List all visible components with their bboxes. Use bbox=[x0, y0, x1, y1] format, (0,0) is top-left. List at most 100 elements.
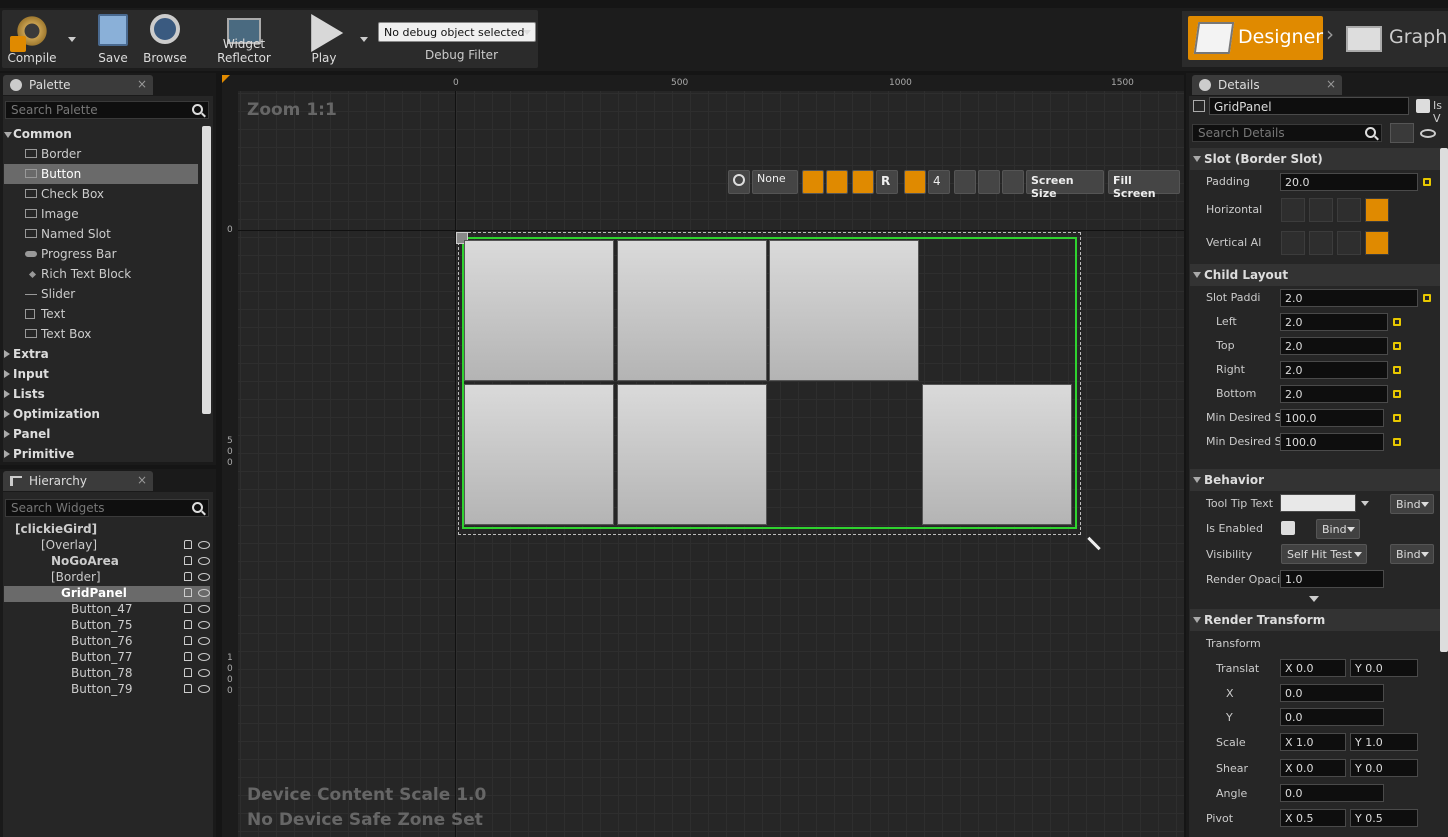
visibility-bind-dropdown[interactable]: Bind bbox=[1390, 544, 1434, 564]
grid-snap-toggle[interactable] bbox=[904, 170, 926, 194]
none-dropdown[interactable]: None bbox=[752, 170, 798, 194]
eye-icon[interactable] bbox=[198, 669, 210, 677]
align-left-button[interactable] bbox=[1281, 198, 1305, 222]
hierarchy-search-input[interactable]: Search Widgets bbox=[5, 499, 209, 517]
resize-handle-icon[interactable] bbox=[1087, 536, 1101, 551]
x-input[interactable]: 0.0 bbox=[1280, 684, 1384, 702]
palette-item-named-slot[interactable]: Named Slot bbox=[4, 224, 198, 244]
world-space-button[interactable] bbox=[728, 170, 750, 194]
eye-icon[interactable] bbox=[198, 653, 210, 661]
palette-tab[interactable]: Palette × bbox=[3, 75, 153, 95]
grid-button-cell[interactable] bbox=[617, 384, 767, 525]
grid-button-cell[interactable] bbox=[464, 384, 614, 525]
hierarchy-button[interactable]: Button_75 bbox=[56, 618, 210, 634]
hierarchy-overlay[interactable]: [Overlay] bbox=[16, 538, 210, 554]
widget-name-input[interactable]: GridPanel bbox=[1209, 97, 1409, 115]
lock-icon[interactable] bbox=[184, 540, 192, 549]
tooltip-bind-dropdown[interactable]: Bind bbox=[1390, 494, 1434, 514]
hierarchy-button[interactable]: Button_79 bbox=[56, 682, 210, 698]
hierarchy-button[interactable]: Button_47 bbox=[56, 602, 210, 618]
lock-icon[interactable] bbox=[184, 588, 192, 597]
details-scrollbar[interactable] bbox=[1440, 148, 1448, 652]
grid-button-cell[interactable] bbox=[617, 240, 767, 381]
slot-section-header[interactable]: Slot (Border Slot) bbox=[1190, 148, 1440, 170]
lock-icon[interactable] bbox=[184, 556, 192, 565]
lock-toggle[interactable] bbox=[826, 170, 848, 194]
view-options-eye-icon[interactable] bbox=[1420, 129, 1436, 138]
widget-reflector-button[interactable]: Widget Reflector bbox=[196, 10, 292, 68]
designer-canvas[interactable]: 0 500 1000 1500 0 5 0 0 1 0 0 0 Zoom 1:1… bbox=[222, 75, 1184, 837]
anchor-toggle[interactable] bbox=[852, 170, 874, 194]
min-desired-width-input[interactable]: 100.0 bbox=[1280, 409, 1384, 427]
min-desired-height-input[interactable]: 100.0 bbox=[1280, 433, 1384, 451]
padding-input[interactable]: 20.0 bbox=[1280, 173, 1418, 191]
scale-y-input[interactable]: Y 1.0 bbox=[1350, 733, 1418, 751]
flip-button[interactable] bbox=[1002, 170, 1024, 194]
translation-y-input[interactable]: Y 0.0 bbox=[1350, 659, 1418, 677]
lock-icon[interactable] bbox=[184, 636, 192, 645]
palette-category-panel[interactable]: Panel bbox=[4, 424, 198, 444]
palette-search-input[interactable]: Search Palette bbox=[5, 101, 209, 119]
pivot-y-input[interactable]: Y 0.5 bbox=[1350, 809, 1418, 827]
compile-button[interactable]: Compile bbox=[4, 10, 60, 68]
tooltip-input[interactable] bbox=[1280, 494, 1356, 512]
scale-x-input[interactable]: X 1.0 bbox=[1280, 733, 1346, 751]
palette-category-input[interactable]: Input bbox=[4, 364, 198, 384]
play-options-arrow[interactable] bbox=[360, 37, 368, 42]
pivot-x-input[interactable]: X 0.5 bbox=[1280, 809, 1346, 827]
grid-button-cell[interactable] bbox=[922, 384, 1072, 525]
reset-arrow-icon[interactable] bbox=[1393, 318, 1401, 326]
align-top-button[interactable] bbox=[1281, 231, 1305, 255]
palette-category-lists[interactable]: Lists bbox=[4, 384, 198, 404]
close-icon[interactable]: × bbox=[137, 473, 147, 487]
fill-screen-dropdown[interactable]: Fill Screen bbox=[1108, 170, 1180, 200]
compile-options-arrow[interactable] bbox=[68, 37, 76, 42]
hierarchy-gridpanel[interactable]: GridPanel bbox=[4, 586, 210, 602]
bottom-input[interactable]: 2.0 bbox=[1280, 385, 1388, 403]
render-opacity-input[interactable]: 1.0 bbox=[1280, 570, 1384, 588]
palette-item-image[interactable]: Image bbox=[4, 204, 198, 224]
eye-icon[interactable] bbox=[198, 685, 210, 693]
palette-item-progress-bar[interactable]: Progress Bar bbox=[4, 244, 198, 264]
reset-arrow-icon[interactable] bbox=[1393, 366, 1401, 374]
is-variable-checkbox[interactable] bbox=[1416, 99, 1430, 113]
tooltip-dropdown-arrow[interactable] bbox=[1361, 501, 1369, 506]
palette-category-optimization[interactable]: Optimization bbox=[4, 404, 198, 424]
palette-item-slider[interactable]: Slider bbox=[4, 284, 198, 304]
align-middle-button[interactable] bbox=[1309, 231, 1333, 255]
browse-button[interactable]: Browse bbox=[140, 10, 190, 68]
lock-icon[interactable] bbox=[184, 652, 192, 661]
palette-category-extra[interactable]: Extra bbox=[4, 344, 198, 364]
reset-arrow-icon[interactable] bbox=[1393, 342, 1401, 350]
reset-arrow-icon[interactable] bbox=[1423, 294, 1431, 302]
shear-x-input[interactable]: X 0.0 bbox=[1280, 759, 1346, 777]
reset-arrow-icon[interactable] bbox=[1393, 390, 1401, 398]
lock-icon[interactable] bbox=[184, 684, 192, 693]
palette-scrollbar[interactable] bbox=[202, 126, 211, 414]
palette-item-border[interactable]: Border bbox=[4, 144, 198, 164]
play-button[interactable]: Play bbox=[298, 10, 350, 68]
details-search-input[interactable]: Search Details bbox=[1192, 124, 1382, 142]
screen-size-dropdown[interactable]: Screen Size bbox=[1026, 170, 1104, 200]
y-input[interactable]: 0.0 bbox=[1280, 708, 1384, 726]
palette-item-check-box[interactable]: Check Box bbox=[4, 184, 198, 204]
align-center-button[interactable] bbox=[1309, 198, 1333, 222]
shear-y-input[interactable]: Y 0.0 bbox=[1350, 759, 1418, 777]
lock-icon[interactable] bbox=[184, 620, 192, 629]
align-bottom-button[interactable] bbox=[1337, 231, 1361, 255]
hierarchy-nogoarea[interactable]: NoGoArea bbox=[36, 554, 210, 570]
reset-arrow-icon[interactable] bbox=[1423, 178, 1431, 186]
palette-category-common[interactable]: Common bbox=[4, 124, 198, 144]
translation-x-input[interactable]: X 0.0 bbox=[1280, 659, 1346, 677]
eye-icon[interactable] bbox=[198, 637, 210, 645]
eye-icon[interactable] bbox=[198, 621, 210, 629]
right-input[interactable]: 2.0 bbox=[1280, 361, 1388, 379]
designer-mode-button[interactable]: Designer bbox=[1188, 16, 1323, 60]
hierarchy-tab[interactable]: Hierarchy × bbox=[3, 471, 153, 491]
child-layout-section-header[interactable]: Child Layout bbox=[1190, 264, 1440, 286]
align-fill-button[interactable] bbox=[1365, 198, 1389, 222]
respect-locks-button[interactable]: R bbox=[876, 170, 898, 194]
hierarchy-root[interactable]: [clickieGird] bbox=[6, 522, 210, 538]
advanced-expand-icon[interactable] bbox=[1309, 596, 1319, 602]
behavior-section-header[interactable]: Behavior bbox=[1190, 469, 1440, 491]
